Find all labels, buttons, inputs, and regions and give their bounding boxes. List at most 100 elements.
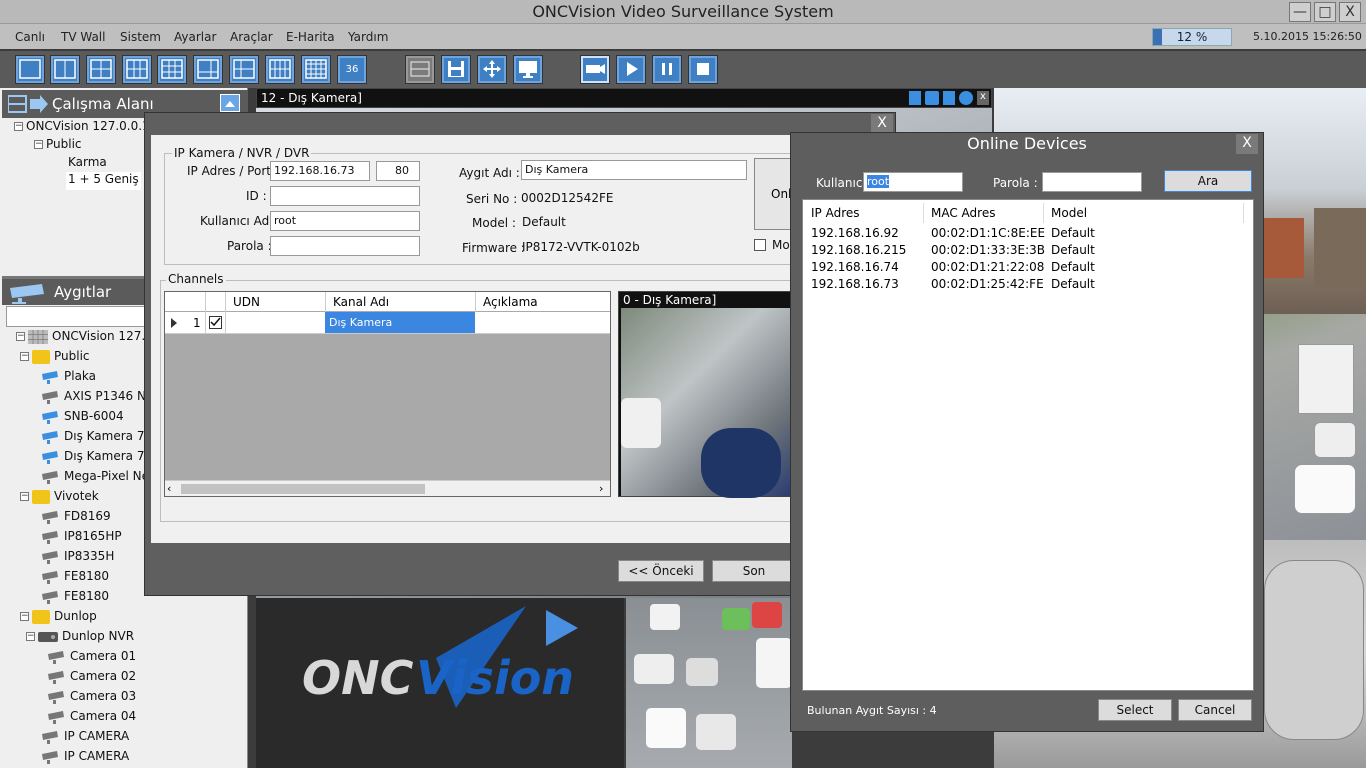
device-camera-item[interactable]: Camera 04 [46,709,136,727]
maximize-button[interactable]: □ [1314,2,1336,22]
table-row[interactable]: 192.168.16.215 00:02:D1:33:3E:3B Default [803,242,1253,259]
column-header-aciklama[interactable]: Açıklama [483,295,538,309]
password-input[interactable] [270,236,420,256]
table-row[interactable]: 1 Dış Kamera [165,312,610,334]
device-camera-item[interactable]: Dış Kamera 73 [40,429,152,447]
od-column-ip[interactable]: IP Adres [811,206,860,220]
device-camera-item[interactable]: FD8169 [40,509,111,527]
pause-button[interactable] [652,55,682,84]
layout-36-button[interactable]: 36 [337,55,367,84]
online-devices-close-button[interactable]: X [1236,134,1258,154]
scroll-left-icon[interactable]: ‹ [167,482,171,495]
od-column-model[interactable]: Model [1051,206,1087,220]
preview-video[interactable] [621,308,790,498]
device-camera-item[interactable]: FE8180 [40,589,109,607]
od-search-button[interactable]: Ara [1164,170,1252,192]
car-shape [696,714,736,750]
od-select-button[interactable]: Select [1098,699,1172,721]
menu-araclar[interactable]: Araçlar [230,30,273,44]
menu-canli[interactable]: Canlı [15,30,45,44]
camera-feed-parking[interactable] [626,598,792,768]
channel-enabled-checkbox[interactable] [209,316,222,329]
device-camera-item[interactable]: FE8180 [40,569,109,587]
record-icon[interactable] [943,91,955,105]
username-input[interactable]: root [270,211,420,231]
ip-address-label: IP Adres / Port : [187,164,279,178]
snapshot-icon[interactable] [925,91,939,105]
close-button[interactable]: X [1339,2,1361,22]
column-header-udn[interactable]: UDN [233,295,260,309]
od-column-mac[interactable]: MAC Adres [931,206,995,220]
device-camera-item[interactable]: Plaka [40,369,96,387]
layout-6-button[interactable] [122,55,152,84]
play-button[interactable] [616,55,646,84]
menu-eharita[interactable]: E-Harita [286,30,335,44]
move-button[interactable] [477,55,507,84]
device-camera-item[interactable]: Camera 01 [46,649,136,667]
od-password-input[interactable] [1042,172,1142,192]
device-camera-item[interactable]: Camera 02 [46,669,136,687]
online-search-button[interactable]: Onl [754,158,791,230]
stop-button[interactable] [688,55,718,84]
camera-button[interactable] [580,55,610,84]
device-camera-item[interactable]: Camera 03 [46,689,136,707]
layout-1-button[interactable] [15,55,45,84]
table-row[interactable]: 192.168.16.92 00:02:D1:1C:8E:EE Default [803,225,1253,242]
scrollbar-thumb[interactable] [181,484,425,494]
device-group-dunlop[interactable]: − Dunlop [20,609,97,627]
layout-1plus5-button[interactable] [193,55,223,84]
od-username-input[interactable]: root [863,172,963,192]
menu-ayarlar[interactable]: Ayarlar [174,30,216,44]
menu-yardim[interactable]: Yardım [348,30,388,44]
tour-button[interactable] [405,55,435,84]
layout-9-button[interactable] [157,55,187,84]
device-camera-item[interactable]: IP8165HP [40,529,122,547]
scroll-right-icon[interactable]: › [599,482,603,495]
workspace-item-karma[interactable]: Karma [68,155,107,173]
layout-12-button[interactable] [265,55,295,84]
device-group-public[interactable]: − Public [20,349,90,367]
layout-2-button[interactable] [50,55,80,84]
column-header-kanal[interactable]: Kanal Adı [333,295,389,309]
camera-offline-icon [42,530,58,544]
menu-sistem[interactable]: Sistem [120,30,161,44]
port-input[interactable]: 80 [376,161,420,181]
table-row[interactable]: 192.168.16.73 00:02:D1:25:42:FE Default [803,276,1253,293]
save-layout-button[interactable] [441,55,471,84]
layout-4-button[interactable] [86,55,116,84]
camera-dialog-close-button[interactable]: X [871,114,893,134]
collapse-workspace-button[interactable] [220,94,240,112]
horizontal-scrollbar[interactable]: ‹ › [165,480,610,496]
ip-address-input[interactable]: 192.168.16.73 [270,161,370,181]
minimize-button[interactable]: — [1289,2,1311,22]
layout-8-button[interactable] [229,55,259,84]
pane-close-icon[interactable]: x [977,91,989,105]
chevron-up-icon [225,101,235,107]
id-input[interactable] [270,186,420,206]
camera-online-icon [42,410,58,424]
device-camera-item[interactable]: IP8335H [40,549,114,567]
device-name-input[interactable]: Dış Kamera [521,160,747,180]
device-camera-item[interactable]: Dış Kamera 74 [40,449,152,467]
device-nvr-node[interactable]: − Dunlop NVR [26,629,134,647]
table-row[interactable]: 192.168.16.74 00:02:D1:21:22:08 Default [803,259,1253,276]
device-camera-item[interactable]: IP CAMERA [40,749,129,767]
collapse-icon: − [26,631,35,641]
previous-button[interactable]: << Önceki [618,560,704,582]
layout-16-button[interactable] [301,55,331,84]
layout-4-icon [90,59,112,79]
workspace-server-node[interactable]: − ONCVision 127.0.0.1 [14,119,150,137]
mobile-checkbox[interactable] [754,239,766,251]
od-cancel-button[interactable]: Cancel [1178,699,1252,721]
menu-tv-wall[interactable]: TV Wall [61,30,105,44]
ptz-icon[interactable] [959,91,973,105]
device-camera-item[interactable]: SNB-6004 [40,409,124,427]
fullscreen-button[interactable] [513,55,543,84]
pane-info-icon[interactable] [909,91,921,105]
channel-name-cell[interactable]: Dış Kamera [325,312,475,333]
workspace-item-genis[interactable]: 1 + 5 Geniş [66,172,141,190]
workspace-group-node[interactable]: − Public [34,137,82,155]
device-group-vivotek[interactable]: − Vivotek [20,489,99,507]
device-camera-item[interactable]: IP CAMERA [40,729,129,747]
finish-button[interactable]: Son [712,560,796,582]
